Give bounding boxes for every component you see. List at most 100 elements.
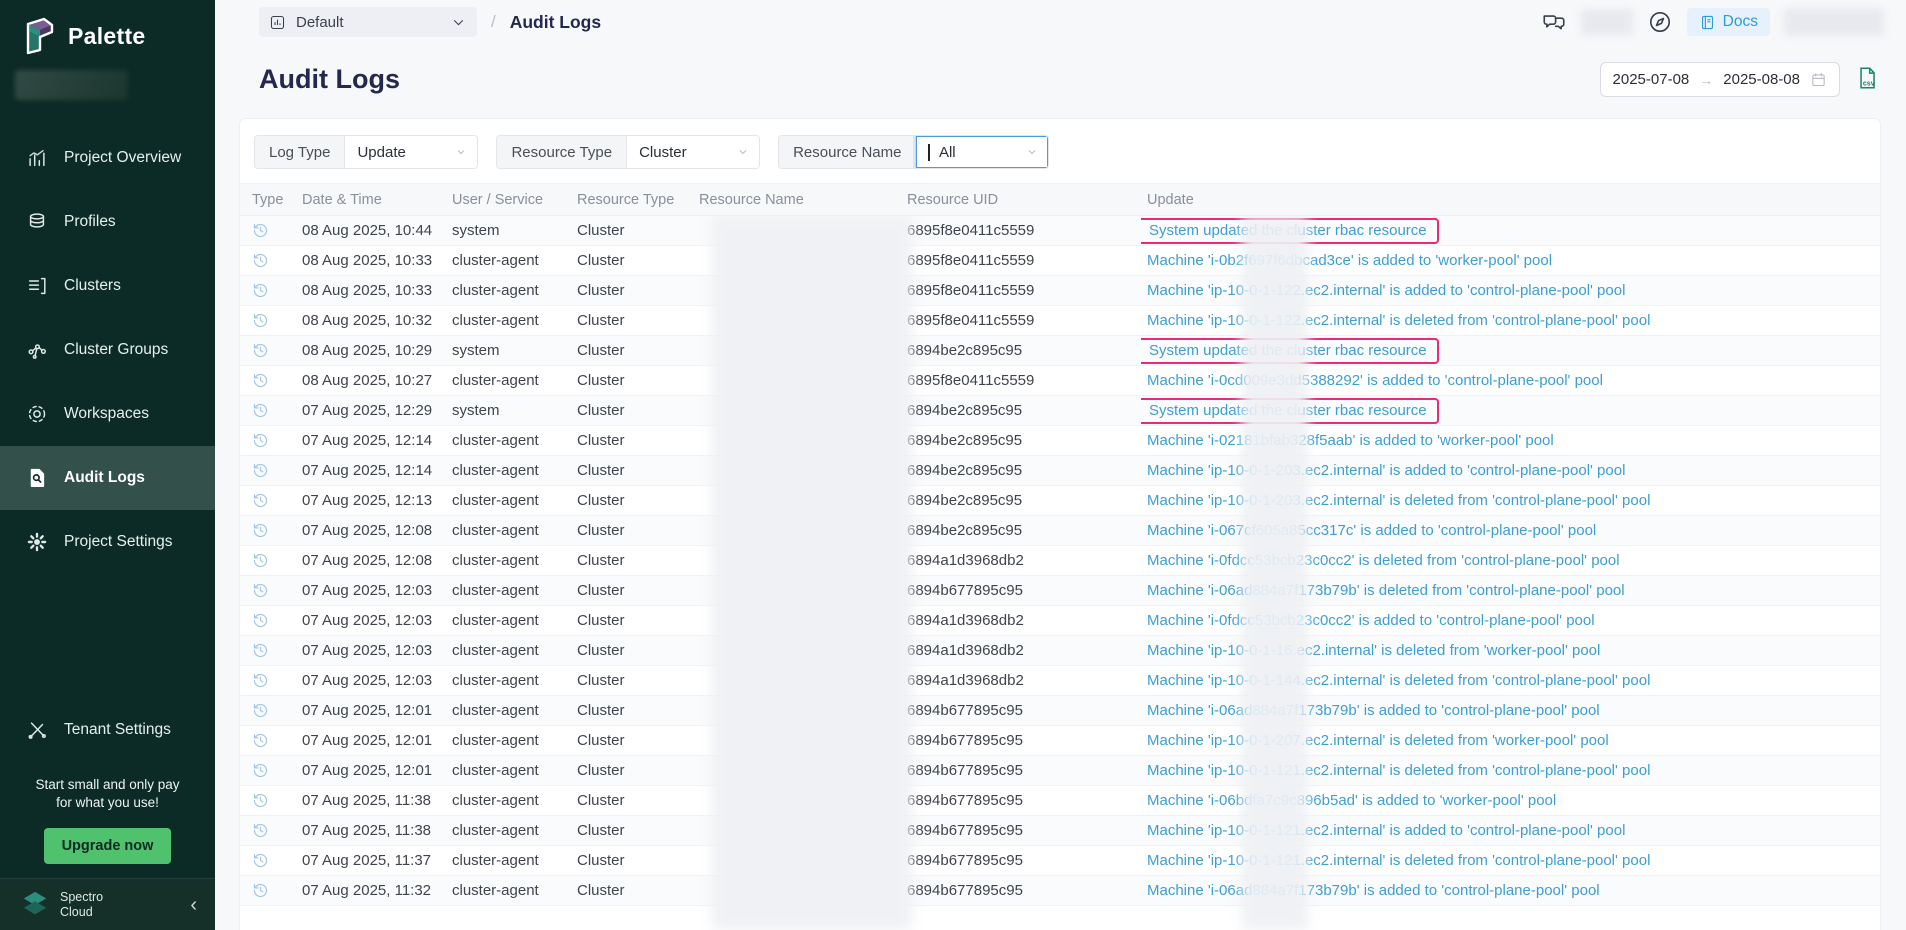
sidebar-item-cluster-groups[interactable]: Cluster Groups — [0, 318, 215, 382]
date-from[interactable]: 2025-07-08 — [1613, 71, 1690, 88]
table-row[interactable]: 07 Aug 2025, 12:03 cluster-agent Cluster… — [240, 606, 1880, 636]
sidebar-item-clusters[interactable]: Clusters — [0, 254, 215, 318]
table-row[interactable]: 07 Aug 2025, 12:03 cluster-agent Cluster… — [240, 576, 1880, 606]
update-link[interactable]: Machine 'i-06ad884a7f173b79b' is added t… — [1147, 702, 1600, 719]
table-row[interactable]: 07 Aug 2025, 12:03 cluster-agent Cluster… — [240, 666, 1880, 696]
tools-icon — [26, 719, 48, 741]
table-row[interactable]: 07 Aug 2025, 11:38 cluster-agent Cluster… — [240, 816, 1880, 846]
table-row[interactable]: 07 Aug 2025, 12:08 cluster-agent Cluster… — [240, 516, 1880, 546]
date-to[interactable]: 2025-08-08 — [1723, 71, 1800, 88]
table-row[interactable]: 08 Aug 2025, 10:27 cluster-agent Cluster… — [240, 366, 1880, 396]
table-row[interactable]: 07 Aug 2025, 11:32 cluster-agent Cluster… — [240, 876, 1880, 906]
brand: Palette — [0, 0, 215, 62]
update-link[interactable]: Machine 'i-067cf605a85cc317c' is added t… — [1147, 522, 1596, 539]
redacted-project-scope — [15, 70, 128, 100]
cell-resource-uid: 6894b677895c95 — [901, 762, 1141, 779]
update-link[interactable]: Machine 'ip-10-0-1-207.ec2.internal' is … — [1147, 732, 1609, 749]
update-link[interactable]: Machine 'i-06bdfa7c9c896b5ad' is added t… — [1147, 792, 1556, 809]
project-selector[interactable]: Default — [259, 7, 477, 37]
update-link[interactable]: Machine 'i-0fdcc53bcb23c0cc2' is deleted… — [1147, 552, 1620, 569]
update-link[interactable]: System updated the cluster rbac resource — [1141, 338, 1439, 364]
history-icon — [252, 882, 296, 899]
cell-resource-type: Cluster — [571, 732, 693, 749]
sidebar-tenant-wrap: Tenant Settings Start small and only pay… — [0, 698, 215, 930]
compass-icon[interactable] — [1647, 9, 1673, 35]
cell-resource-uid: 6894b677895c95 — [901, 822, 1141, 839]
history-icon — [252, 732, 296, 749]
table-row[interactable]: 07 Aug 2025, 12:03 cluster-agent Cluster… — [240, 636, 1880, 666]
docs-button[interactable]: Docs — [1687, 8, 1770, 36]
sidebar-item-project-settings[interactable]: Project Settings — [0, 510, 215, 574]
cell-date-time: 08 Aug 2025, 10:44 — [296, 222, 446, 239]
redacted-topbar-user — [1784, 8, 1884, 36]
cell-resource-uid: 6894be2c895c95 — [901, 432, 1141, 449]
table-row[interactable]: 08 Aug 2025, 10:33 cluster-agent Cluster… — [240, 246, 1880, 276]
log-type-select[interactable]: Update — [345, 136, 477, 168]
update-link[interactable]: Machine 'i-0fdcc53bcb23c0cc2' is added t… — [1147, 612, 1595, 629]
resource-type-select[interactable]: Cluster — [627, 136, 759, 168]
update-link[interactable]: System updated the cluster rbac resource — [1141, 218, 1439, 244]
update-link[interactable]: Machine 'i-0b2f697f6dbcad3ce' is added t… — [1147, 252, 1552, 269]
table-row[interactable]: 07 Aug 2025, 12:29 system Cluster 6894be… — [240, 396, 1880, 426]
upgrade-now-button[interactable]: Upgrade now — [44, 828, 172, 864]
update-link[interactable]: Machine 'ip-10-0-1-144.ec2.internal' is … — [1147, 672, 1650, 689]
sidebar-item-workspaces[interactable]: Workspaces — [0, 382, 215, 446]
table-row[interactable]: 08 Aug 2025, 10:33 cluster-agent Cluster… — [240, 276, 1880, 306]
update-link[interactable]: Machine 'i-06ad884a7f173b79b' is added t… — [1147, 882, 1600, 899]
page-title: Audit Logs — [259, 64, 400, 95]
update-link[interactable]: Machine 'i-02181bfab328f5aab' is added t… — [1147, 432, 1554, 449]
table-row[interactable]: 08 Aug 2025, 10:29 system Cluster 6894be… — [240, 336, 1880, 366]
table-row[interactable]: 07 Aug 2025, 11:37 cluster-agent Cluster… — [240, 846, 1880, 876]
table-row[interactable]: 07 Aug 2025, 12:14 cluster-agent Cluster… — [240, 456, 1880, 486]
sidebar-item-project-overview[interactable]: Project Overview — [0, 126, 215, 190]
update-link[interactable]: Machine 'i-06ad884a7f173b79b' is deleted… — [1147, 582, 1625, 599]
network-icon — [26, 339, 48, 361]
update-link[interactable]: Machine 'i-0cd009e3dd5388292' is added t… — [1147, 372, 1603, 389]
cell-resource-uid: 6894b677895c95 — [901, 732, 1141, 749]
update-link[interactable]: Machine 'ip-10-0-1-203.ec2.internal' is … — [1147, 462, 1625, 479]
update-link[interactable]: Machine 'ip-10-0-1-122.ec2.internal' is … — [1147, 312, 1650, 329]
collapse-sidebar-icon[interactable]: ‹ — [190, 895, 197, 915]
cell-user-service: system — [446, 222, 571, 239]
arrow-right-icon: → — [1699, 72, 1713, 88]
cell-resource-type: Cluster — [571, 312, 693, 329]
table-row[interactable]: 08 Aug 2025, 10:44 system Cluster 6895f8… — [240, 216, 1880, 246]
table-row[interactable]: 07 Aug 2025, 12:01 cluster-agent Cluster… — [240, 726, 1880, 756]
table-row[interactable]: 07 Aug 2025, 12:01 cluster-agent Cluster… — [240, 756, 1880, 786]
cell-resource-uid: 6894b677895c95 — [901, 852, 1141, 869]
history-icon — [252, 492, 296, 509]
update-link[interactable]: Machine 'ip-10-0-1-121.ec2.internal' is … — [1147, 762, 1650, 779]
chat-icon[interactable] — [1541, 9, 1567, 35]
cell-resource-uid: 6895f8e0411c5559 — [901, 252, 1141, 269]
update-link[interactable]: Machine 'ip-10-0-1-203.ec2.internal' is … — [1147, 492, 1650, 509]
spectro-cloud-logo-icon — [20, 891, 50, 919]
table-row[interactable]: 07 Aug 2025, 11:38 cluster-agent Cluster… — [240, 786, 1880, 816]
cell-date-time: 07 Aug 2025, 11:38 — [296, 792, 446, 809]
download-csv-button[interactable]: csv — [1854, 65, 1880, 94]
table-row[interactable]: 07 Aug 2025, 12:13 cluster-agent Cluster… — [240, 486, 1880, 516]
update-link[interactable]: System updated the cluster rbac resource — [1141, 398, 1439, 424]
cell-user-service: cluster-agent — [446, 492, 571, 509]
update-link[interactable]: Machine 'ip-10-0-1-16.ec2.internal' is d… — [1147, 642, 1600, 659]
topbar: Default / Audit Logs Docs — [215, 0, 1906, 44]
sidebar: Palette Project Overview Profiles Cluste… — [0, 0, 215, 930]
audit-log-panel: Log Type Update Resource Type Cluster Re… — [240, 119, 1880, 930]
update-link[interactable]: Machine 'ip-10-0-1-121.ec2.internal' is … — [1147, 822, 1625, 839]
update-link[interactable]: Machine 'ip-10-0-1-122.ec2.internal' is … — [1147, 282, 1625, 299]
sidebar-item-tenant-settings[interactable]: Tenant Settings — [0, 698, 215, 762]
book-icon — [1699, 14, 1716, 31]
main-area: Default / Audit Logs Docs Audit Logs 202… — [215, 0, 1906, 930]
cell-resource-type: Cluster — [571, 552, 693, 569]
update-link[interactable]: Machine 'ip-10-0-1-121.ec2.internal' is … — [1147, 852, 1650, 869]
date-range-picker[interactable]: 2025-07-08 → 2025-08-08 — [1600, 62, 1840, 97]
sidebar-item-audit-logs[interactable]: Audit Logs — [0, 446, 215, 510]
resource-name-select[interactable]: All — [916, 136, 1048, 168]
gear-icon — [26, 531, 48, 553]
cell-date-time: 07 Aug 2025, 12:01 — [296, 762, 446, 779]
table-row[interactable]: 07 Aug 2025, 12:14 cluster-agent Cluster… — [240, 426, 1880, 456]
table-row[interactable]: 08 Aug 2025, 10:32 cluster-agent Cluster… — [240, 306, 1880, 336]
table-row[interactable]: 07 Aug 2025, 12:01 cluster-agent Cluster… — [240, 696, 1880, 726]
table-row[interactable]: 07 Aug 2025, 12:08 cluster-agent Cluster… — [240, 546, 1880, 576]
cell-date-time: 08 Aug 2025, 10:29 — [296, 342, 446, 359]
sidebar-item-profiles[interactable]: Profiles — [0, 190, 215, 254]
